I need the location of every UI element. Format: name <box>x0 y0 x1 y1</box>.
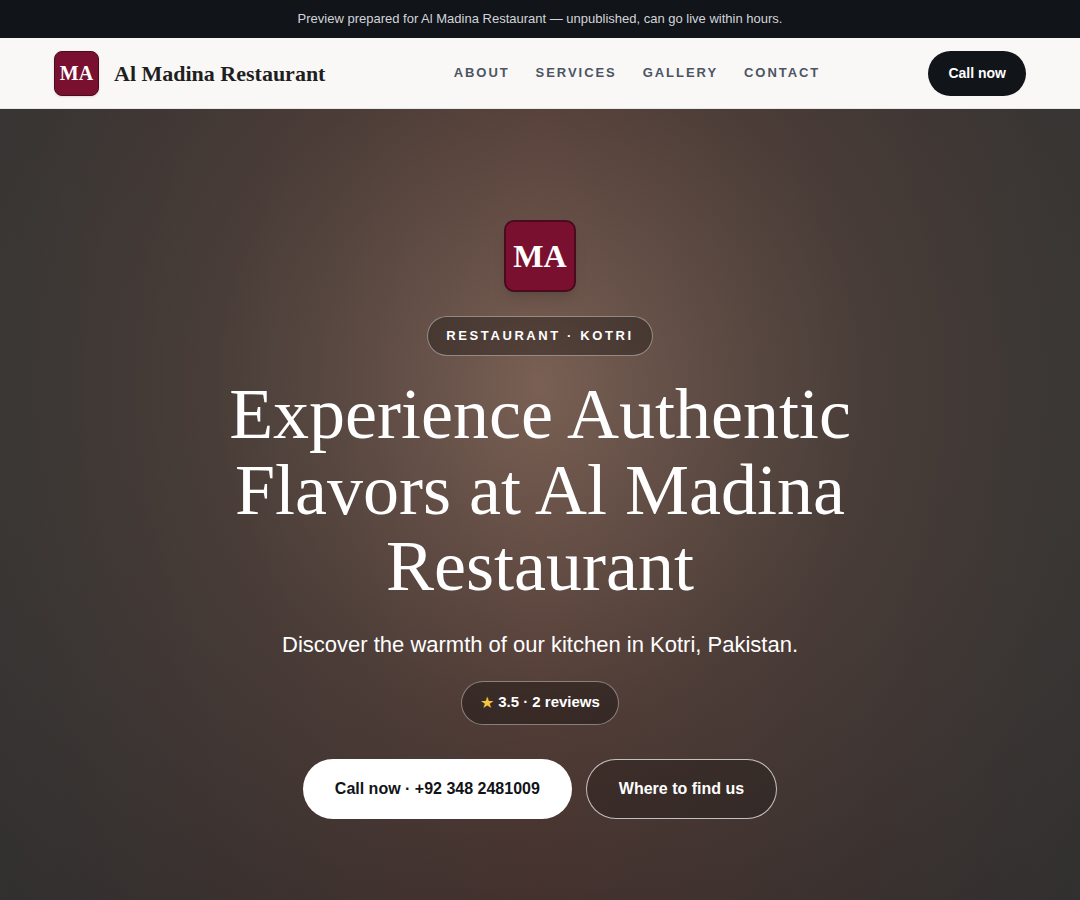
main-nav: ABOUT SERVICES GALLERY CONTACT <box>454 63 821 83</box>
star-icon: ★ <box>480 691 494 715</box>
hero-buttons: Call now · +92 348 2481009Where to find … <box>303 759 777 819</box>
hero-call-button[interactable]: Call now · +92 348 2481009 <box>303 759 572 819</box>
preview-banner: Preview prepared for Al Madina Restauran… <box>0 0 1080 38</box>
hero-title: Experience Authentic Flavors at Al Madin… <box>210 376 870 604</box>
hero-subtitle: Discover the warmth of our kitchen in Ko… <box>282 628 798 661</box>
hero-content: MA RESTAURANT · KOTRI Experience Authentic… <box>0 109 1080 819</box>
brand[interactable]: MA Al Madina Restaurant <box>54 51 325 96</box>
rating: ★3.5 · 2 reviews <box>461 681 619 725</box>
rating-text: 3.5 · 2 reviews <box>498 691 600 714</box>
logo[interactable]: MA <box>54 51 99 96</box>
hero: MA RESTAURANT · KOTRI Experience Authentic… <box>0 109 1080 900</box>
find-us-button[interactable]: Where to find us <box>586 759 777 819</box>
nav-link[interactable]: SERVICES <box>536 63 617 83</box>
banner-text: Preview prepared for Al Madina Restauran… <box>298 9 783 29</box>
site-header: MA Al Madina Restaurant ABOUT SERVICES GALLE… <box>0 38 1080 109</box>
brand-name[interactable]: Al Madina Restaurant <box>114 57 325 90</box>
hero-badge: RESTAURANT · KOTRI <box>427 316 652 356</box>
nav-link[interactable]: ABOUT <box>454 63 510 83</box>
nav-link[interactable]: CONTACT <box>744 63 820 83</box>
nav-link[interactable]: GALLERY <box>643 63 718 83</box>
call-button[interactable]: Call now <box>928 51 1026 96</box>
hero-logo: MA <box>504 220 576 292</box>
